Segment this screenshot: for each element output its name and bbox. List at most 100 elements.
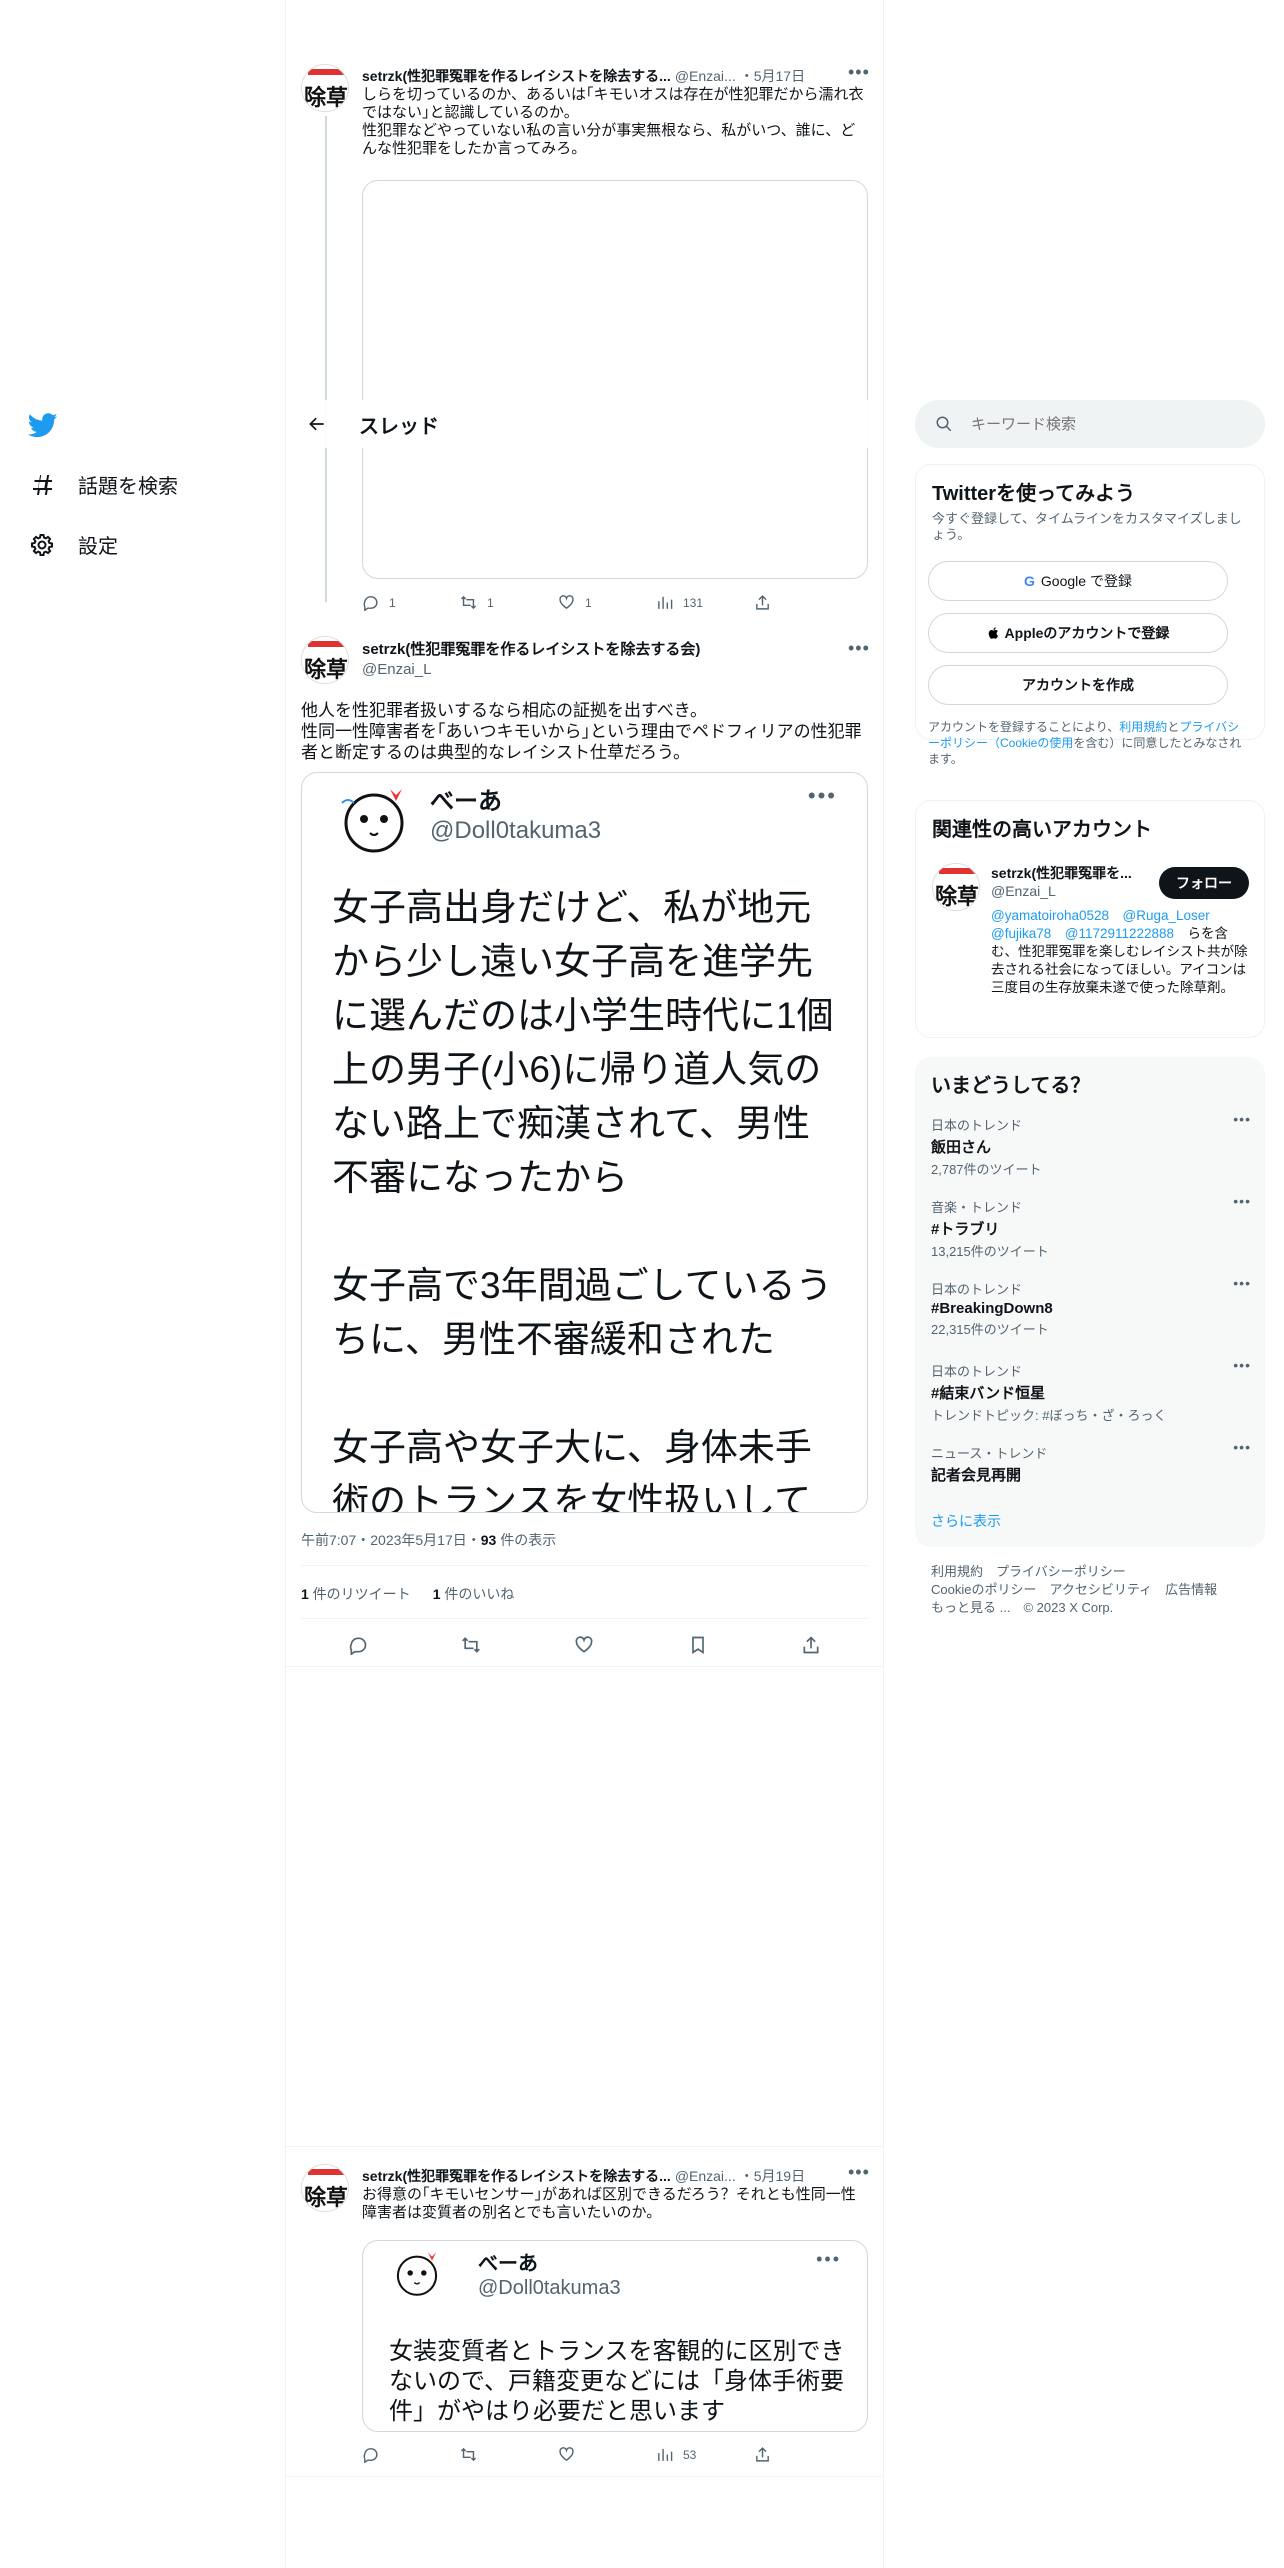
footer-ads-link[interactable]: 広告情報 bbox=[1165, 1582, 1217, 1597]
author-name[interactable]: setrzk(性犯罪冤罪を作るレイシストを除去する... bbox=[362, 66, 671, 86]
page-title: スレッド bbox=[359, 415, 439, 438]
terms-and: と bbox=[1167, 720, 1180, 734]
sidebar-footer: 利用規約 プライバシーポリシー Cookieのポリシー アクセシビリティ 広告情… bbox=[931, 1563, 1251, 1617]
trend-meta: 日本のトレンド bbox=[931, 1364, 1023, 1379]
tweet-media[interactable] bbox=[362, 180, 868, 579]
tweet-date[interactable]: ・5月19日 bbox=[740, 2166, 805, 2186]
quoted-avatar bbox=[330, 781, 418, 863]
reply-icon bbox=[363, 2448, 378, 2463]
footer-accessibility-link[interactable]: アクセシビリティ bbox=[1049, 1582, 1152, 1597]
trend-count: 13,215件のツイート bbox=[931, 1244, 1049, 1259]
tweet-timestamp[interactable]: 午前7:07・2023年5月17日・93 件の表示 bbox=[301, 1530, 556, 1550]
main-column-right-border bbox=[883, 0, 884, 2568]
reply-button[interactable] bbox=[348, 1635, 368, 1660]
search-icon bbox=[936, 416, 952, 432]
footer-more-link[interactable]: もっと見る ... bbox=[931, 1600, 1010, 1615]
nav-settings-label: 設定 bbox=[78, 536, 118, 558]
share-icon bbox=[756, 595, 769, 610]
trend-more-icon[interactable]: ••• bbox=[1233, 1439, 1251, 1455]
nav-explore[interactable]: 話題を検索 bbox=[30, 470, 178, 499]
account-handle[interactable]: @Enzai_L bbox=[991, 883, 1056, 899]
views-button[interactable]: 131 bbox=[656, 594, 754, 611]
tweet-date[interactable]: ・5月17日 bbox=[740, 66, 805, 86]
share-button[interactable] bbox=[754, 2446, 852, 2463]
footer-terms-link[interactable]: 利用規約 bbox=[931, 1564, 983, 1579]
reply-button[interactable]: 1 bbox=[362, 594, 460, 611]
trend-meta: 日本のトレンド bbox=[931, 1118, 1023, 1133]
signup-card: Twitterを使ってみよう 今すぐ登録して、タイムラインをカスタマイズしましょ… bbox=[915, 464, 1265, 766]
time-text: 午前7:07・2023年5月17日・ bbox=[301, 1532, 481, 1548]
quoted-more-icon: ••• bbox=[816, 2249, 841, 2269]
divider bbox=[286, 2146, 883, 2147]
trend-item[interactable]: 日本のトレンド #結束バンド恒星 トレンドトピック: #ぼっち・ざ・ろっく ••… bbox=[931, 1357, 1251, 1443]
more-options-icon[interactable]: ••• bbox=[848, 62, 870, 83]
trend-name: 記者会見再開 bbox=[931, 1467, 1022, 1484]
retweet-button[interactable]: 1 bbox=[460, 594, 558, 611]
search-input[interactable] bbox=[969, 414, 1233, 434]
tweet-header: setrzk(性犯罪冤罪を作るレイシストを除去する... @Enzai... ・… bbox=[362, 2166, 868, 2186]
retweet-stat[interactable]: 1 件のリツイート bbox=[301, 1584, 411, 1604]
main-tweet-author[interactable]: setrzk(性犯罪冤罪を作るレイシストを除去する会) @Enzai_L bbox=[362, 638, 700, 678]
tweet-image[interactable]: べーあ @Doll0takuma3 ••• 女子高出身だけど、私が地元から少し遠… bbox=[301, 772, 868, 1513]
footer-cookie-link[interactable]: Cookieのポリシー bbox=[931, 1582, 1036, 1597]
like-stat[interactable]: 1 件のいいね bbox=[433, 1584, 515, 1604]
quoted-author-name: べーあ bbox=[430, 788, 502, 815]
trends-list: 日本のトレンド 飯田さん 2,787件のツイート ••• 音楽・トレンド #トラ… bbox=[931, 1111, 1251, 1503]
more-options-icon[interactable]: ••• bbox=[848, 2162, 870, 2183]
share-button[interactable] bbox=[801, 1635, 821, 1660]
svg-text:除草: 除草 bbox=[935, 884, 979, 910]
retweet-label: 件のリツイート bbox=[308, 1586, 411, 1602]
author-handle[interactable]: @Enzai... bbox=[675, 2168, 736, 2184]
apple-signup-button[interactable]: Appleのアカウントで登録 bbox=[928, 613, 1228, 653]
account-name[interactable]: setrzk(性犯罪冤罪を... bbox=[991, 863, 1132, 883]
view-count: 131 bbox=[683, 595, 704, 610]
trend-more-icon[interactable]: ••• bbox=[1233, 1357, 1251, 1373]
reply-icon bbox=[349, 1636, 367, 1656]
retweet-button[interactable] bbox=[461, 1635, 481, 1660]
reply-button[interactable] bbox=[362, 2446, 460, 2463]
trend-item[interactable]: 音楽・トレンド #トラブリ 13,215件のツイート ••• bbox=[931, 1193, 1251, 1279]
apple-icon bbox=[988, 627, 998, 639]
views-button[interactable]: 53 bbox=[656, 2446, 754, 2463]
quoted-more-icon: ••• bbox=[807, 783, 837, 808]
search-bar[interactable] bbox=[915, 400, 1265, 448]
nav-settings[interactable]: 設定 bbox=[30, 530, 118, 559]
terms-link[interactable]: 利用規約 bbox=[1119, 720, 1167, 734]
like-button[interactable] bbox=[574, 1635, 594, 1660]
terms-notice: アカウントを登録することにより、利用規約とプライバシーポリシー（Cookieの使… bbox=[928, 719, 1248, 767]
signup-title: Twitterを使ってみよう bbox=[932, 483, 1136, 505]
views-count: 93 bbox=[480, 1532, 497, 1548]
trend-item[interactable]: 日本のトレンド #BreakingDown8 22,315件のツイート ••• bbox=[931, 1275, 1251, 1361]
like-button[interactable] bbox=[558, 2446, 656, 2463]
trend-more-icon[interactable]: ••• bbox=[1233, 1193, 1251, 1209]
author-handle[interactable]: @Enzai... bbox=[675, 68, 736, 84]
engagement-stats: 1 件のリツイート 1 件のいいね bbox=[301, 1584, 514, 1604]
more-options-icon[interactable]: ••• bbox=[848, 638, 870, 659]
avatar[interactable]: 除草 bbox=[932, 863, 980, 911]
author-name[interactable]: setrzk(性犯罪冤罪を作るレイシストを除去する... bbox=[362, 2166, 671, 2186]
footer-privacy-link[interactable]: プライバシーポリシー bbox=[996, 1564, 1126, 1579]
show-more-link[interactable]: さらに表示 bbox=[931, 1511, 1001, 1531]
trend-more-icon[interactable]: ••• bbox=[1233, 1111, 1251, 1127]
share-button[interactable] bbox=[754, 594, 852, 611]
trend-more-icon[interactable]: ••• bbox=[1233, 1275, 1251, 1291]
quoted-tweet[interactable]: べーあ @Doll0takuma3 ••• 女装変質者とトランスを客観的に区別で… bbox=[362, 2240, 868, 2432]
create-account-button[interactable]: アカウントを作成 bbox=[928, 665, 1228, 705]
quoted-author-name: べーあ bbox=[478, 2253, 538, 2275]
retweet-button[interactable] bbox=[460, 2446, 558, 2463]
author-handle[interactable]: @Enzai_L bbox=[362, 661, 700, 678]
avatar[interactable]: 除草 bbox=[301, 636, 349, 684]
twitter-logo-icon[interactable] bbox=[27, 410, 62, 444]
author-name[interactable]: setrzk(性犯罪冤罪を作るレイシストを除去する会) bbox=[362, 638, 700, 659]
follow-button[interactable]: フォロー bbox=[1159, 867, 1249, 899]
back-button[interactable] bbox=[299, 406, 335, 442]
tweet-actions: 53 bbox=[362, 2446, 852, 2463]
google-signup-button[interactable]: G Google で登録 bbox=[928, 561, 1228, 601]
like-button[interactable]: 1 bbox=[558, 594, 656, 611]
avatar[interactable]: 除草 bbox=[301, 64, 349, 112]
trend-item[interactable]: 日本のトレンド 飯田さん 2,787件のツイート ••• bbox=[931, 1111, 1251, 1197]
trend-item[interactable]: ニュース・トレンド 記者会見再開 ••• bbox=[931, 1439, 1251, 1503]
avatar[interactable]: 除草 bbox=[301, 2164, 349, 2212]
divider bbox=[301, 1618, 868, 1619]
bookmark-button[interactable] bbox=[688, 1635, 708, 1660]
